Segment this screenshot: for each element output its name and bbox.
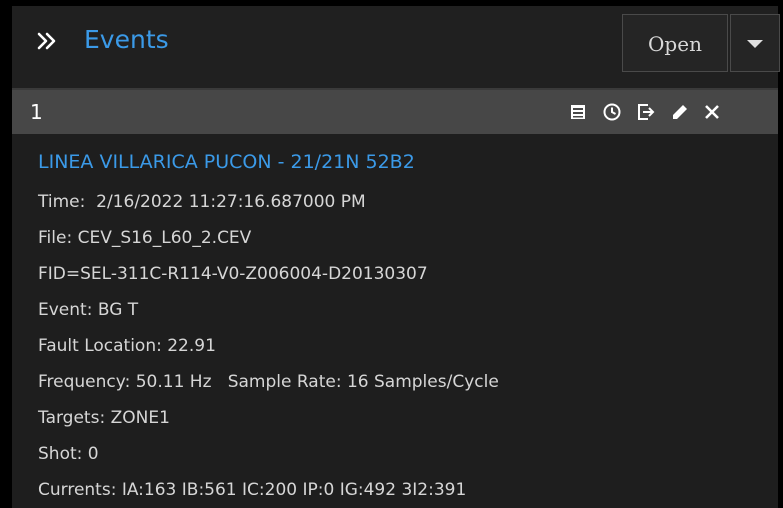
event-name-link[interactable]: LINEA VILLARICA PUCON - 21/21N 52B2 bbox=[38, 148, 415, 176]
event-file: File: CEV_S16_L60_2.CEV bbox=[38, 228, 252, 248]
events-window: Events Open 1 LINEA VILLARICA PUCON - 21… bbox=[0, 0, 783, 508]
pencil-icon[interactable] bbox=[670, 102, 690, 122]
report-icon[interactable] bbox=[568, 102, 588, 122]
clock-icon[interactable] bbox=[602, 102, 622, 122]
open-button[interactable]: Open bbox=[622, 14, 728, 72]
event-details: LINEA VILLARICA PUCON - 21/21N 52B2 Time… bbox=[12, 134, 778, 508]
export-icon[interactable] bbox=[636, 102, 656, 122]
event-number: 1 bbox=[30, 100, 43, 124]
event-fault-location: Fault Location: 22.91 bbox=[38, 336, 216, 356]
event-title-bar[interactable]: 1 bbox=[12, 88, 778, 134]
close-icon[interactable] bbox=[702, 102, 722, 122]
event-targets: Targets: ZONE1 bbox=[38, 408, 170, 428]
event-type: Event: BG T bbox=[38, 300, 139, 320]
event-time: Time: 2/16/2022 11:27:16.687000 PM bbox=[38, 192, 366, 212]
event-shot: Shot: 0 bbox=[38, 444, 99, 464]
window-left-border bbox=[0, 0, 12, 508]
caret-down-icon bbox=[747, 40, 763, 48]
event-currents: Currents: IA:163 IB:561 IC:200 IP:0 IG:4… bbox=[38, 480, 467, 500]
window-right-border bbox=[778, 0, 783, 508]
panel-title: Events bbox=[84, 25, 169, 54]
event-fid: FID=SEL-311C-R114-V0-Z006004-D20130307 bbox=[38, 264, 428, 284]
double-chevron-right-icon[interactable] bbox=[36, 30, 58, 52]
event-frequency: Frequency: 50.11 Hz Sample Rate: 16 Samp… bbox=[38, 372, 499, 392]
open-dropdown-button[interactable] bbox=[730, 14, 780, 72]
events-header: Events Open bbox=[12, 6, 780, 88]
